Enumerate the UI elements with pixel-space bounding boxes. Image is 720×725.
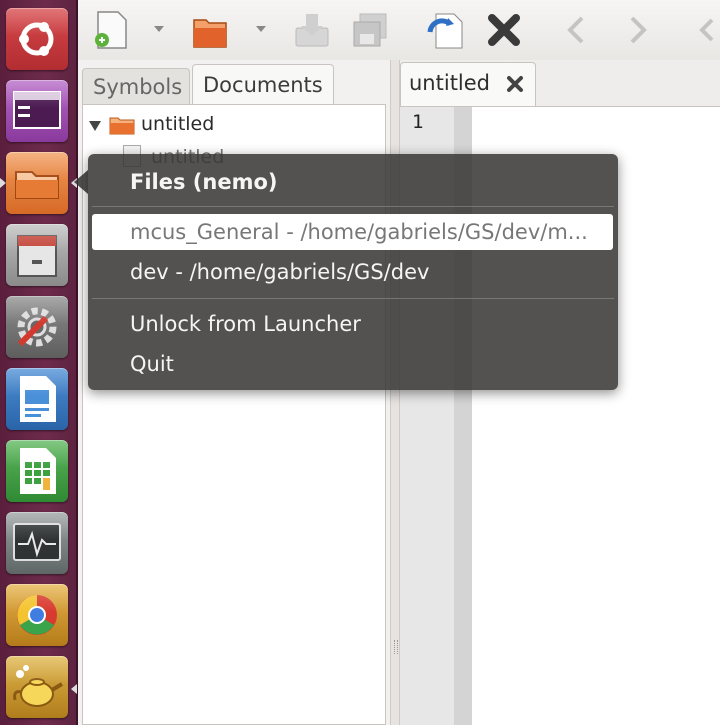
compile-button[interactable]	[692, 10, 720, 50]
folder-icon	[109, 117, 135, 135]
ubuntu-dash-icon	[19, 22, 54, 56]
new-file-icon	[95, 11, 127, 49]
open-folder-icon	[193, 19, 227, 48]
arrow-partial-icon	[699, 18, 714, 42]
quicklist-pointer	[74, 170, 88, 194]
revert-icon	[427, 13, 463, 49]
geany-teapot-icon	[13, 665, 64, 707]
open-file-button[interactable]	[190, 10, 230, 50]
quicklist-title: Files (nemo)	[130, 170, 278, 194]
libreoffice-writer-icon	[20, 376, 56, 422]
new-file-dropdown-icon[interactable]	[154, 26, 164, 32]
system-settings-icon	[17, 307, 57, 347]
toolbar	[78, 0, 720, 61]
files-nemo-button[interactable]	[6, 152, 68, 214]
save-all-button[interactable]	[350, 10, 390, 50]
line-number: 1	[412, 111, 424, 133]
editor-tab-label: untitled	[409, 71, 491, 95]
open-file-dropdown-icon[interactable]	[256, 26, 266, 32]
libreoffice-writer-button[interactable]	[6, 368, 68, 430]
unity-launcher	[0, 0, 78, 725]
tab-close-icon[interactable]	[505, 74, 525, 94]
close-icon	[488, 14, 520, 46]
chevron-right-icon	[630, 16, 647, 44]
quicklist-item-dev[interactable]: dev - /home/gabriels/GS/dev	[130, 260, 429, 284]
quicklist-separator	[92, 206, 614, 207]
expand-arrow-icon[interactable]	[89, 121, 101, 131]
splitter-grip[interactable]	[394, 640, 398, 654]
file-cabinet-icon	[17, 235, 57, 277]
geany-button[interactable]	[6, 656, 68, 718]
navigate-forward-button[interactable]	[616, 10, 656, 50]
launcher-quicklist: Files (nemo) mcus_General - /home/gabrie…	[88, 154, 618, 390]
tab-symbols[interactable]: Symbols	[82, 68, 190, 104]
close-file-button[interactable]	[484, 10, 524, 50]
new-file-button[interactable]	[92, 10, 132, 50]
workspace-switcher-button[interactable]	[6, 80, 68, 142]
workspace-switcher-icon	[13, 91, 61, 129]
chevron-left-icon	[567, 16, 584, 44]
save-icon	[295, 14, 329, 47]
quicklist-item-mcus-general[interactable]: mcus_General - /home/gabriels/GS/dev/m..…	[130, 220, 608, 244]
launcher-scroll-indicator	[71, 684, 77, 694]
quicklist-item-quit[interactable]: Quit	[130, 352, 174, 376]
ubuntu-dash-button[interactable]	[6, 8, 68, 70]
quicklist-separator	[92, 298, 614, 299]
tree-folder-label: untitled	[141, 113, 215, 135]
chrome-browser-button[interactable]	[6, 584, 68, 646]
libreoffice-calc-icon	[20, 448, 56, 494]
file-cabinet-button[interactable]	[6, 224, 68, 286]
navigate-back-button[interactable]	[558, 10, 598, 50]
save-all-icon	[353, 13, 387, 47]
save-button[interactable]	[292, 10, 332, 50]
files-folder-icon	[15, 171, 59, 199]
tab-symbols-label: Symbols	[93, 75, 183, 99]
system-settings-button[interactable]	[6, 296, 68, 358]
editor-tab[interactable]: untitled	[400, 62, 536, 106]
chrome-browser-icon	[17, 595, 57, 635]
quicklist-item-unlock[interactable]: Unlock from Launcher	[130, 312, 361, 336]
libreoffice-calc-button[interactable]	[6, 440, 68, 502]
tab-documents[interactable]: Documents	[192, 64, 334, 104]
system-monitor-icon	[13, 523, 61, 561]
system-monitor-button[interactable]	[6, 512, 68, 574]
tab-documents-label: Documents	[203, 73, 323, 97]
revert-button[interactable]	[426, 10, 466, 50]
